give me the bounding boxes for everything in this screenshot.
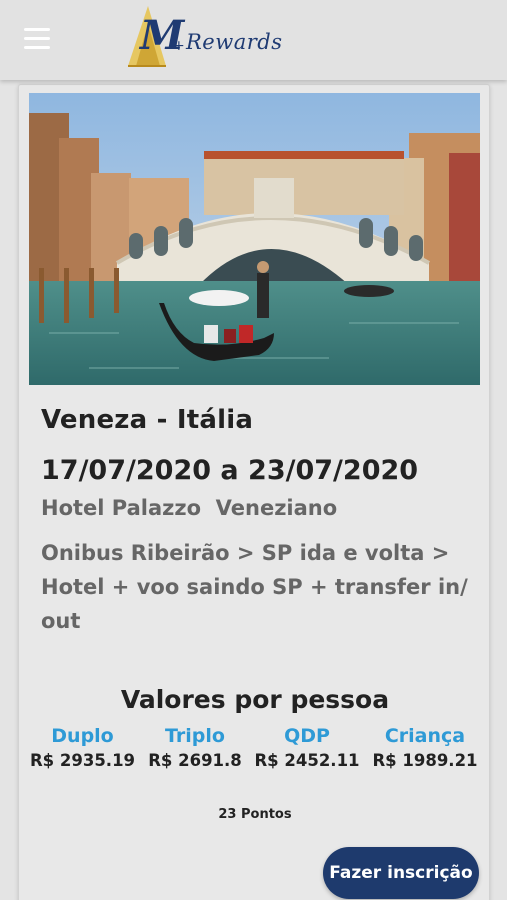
points-label: 23 Pontos	[218, 807, 292, 822]
price-crianca: Criança R$ 1989.21	[365, 725, 485, 770]
price-label: Triplo	[165, 725, 225, 747]
price-value: R$ 2452.11	[254, 751, 360, 770]
trip-title: Veneza - Itália	[41, 405, 254, 435]
signup-button[interactable]: Fazer inscrição	[323, 847, 479, 899]
mrewards-logo: M + Rewards	[108, 2, 288, 78]
price-qdp: QDP R$ 2452.11	[252, 725, 362, 770]
price-triplo: Triplo R$ 2691.8	[140, 725, 250, 770]
price-value: R$ 1989.21	[372, 751, 478, 770]
price-duplo: Duplo R$ 2935.19	[25, 725, 140, 770]
trip-card[interactable]: Veneza - Itália 17/07/2020 a 23/07/2020 …	[18, 84, 490, 900]
hotel-name: Hotel Palazzo Veneziano	[41, 496, 338, 520]
price-label: QDP	[284, 725, 330, 747]
app-header: M + Rewards	[0, 0, 507, 80]
prices-title: Valores por pessoa	[120, 685, 390, 714]
trip-dates: 17/07/2020 a 23/07/2020	[41, 455, 419, 486]
price-value: R$ 2691.8	[148, 751, 242, 770]
trip-description: Onibus Ribeirão > SP ida e volta > Hotel…	[41, 541, 468, 633]
price-label: Duplo	[51, 725, 114, 747]
price-label: Criança	[384, 725, 466, 747]
venice-photo	[29, 93, 480, 385]
price-value: R$ 2935.19	[29, 751, 136, 770]
hamburger-menu-icon[interactable]	[24, 28, 54, 50]
